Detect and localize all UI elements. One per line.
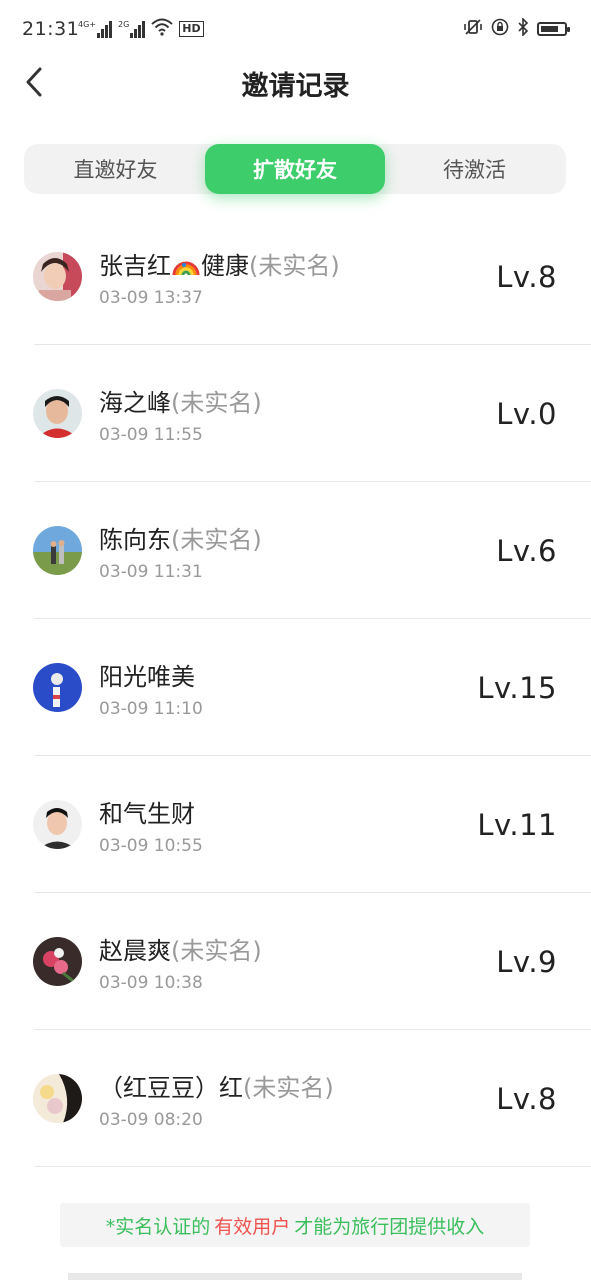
record-time: 03-09 13:37 bbox=[99, 288, 203, 308]
avatar bbox=[33, 800, 82, 849]
notice-highlight: 有效用户 bbox=[214, 1215, 291, 1238]
status-left-icons: 4G+ 2G HD bbox=[78, 18, 204, 40]
list-item[interactable]: 海之峰(未实名) 03-09 11:55 Lv.0 bbox=[0, 345, 591, 482]
vibrate-off-icon bbox=[463, 18, 483, 40]
list-item[interactable]: 阳光唯美 03-09 11:10 Lv.15 bbox=[0, 619, 591, 756]
record-name: （红豆豆）红 bbox=[99, 1074, 243, 1102]
unverified-badge: (未实名) bbox=[171, 389, 262, 417]
nav-bar: 邀请记录 bbox=[0, 52, 591, 114]
record-name-line: 张吉红 健康(未实名) bbox=[99, 246, 340, 281]
record-name: 陈向东 bbox=[99, 526, 171, 554]
verification-notice: *实名认证的 有效用户 才能为旅行团提供收入 bbox=[60, 1203, 530, 1247]
unverified-badge: (未实名) bbox=[249, 252, 340, 280]
record-level: Lv.6 bbox=[496, 534, 557, 568]
invite-record-list: 张吉红 健康(未实名) 03-09 13:37 Lv.8 海之峰(未实名) 03-… bbox=[0, 208, 591, 1167]
lock-rotation-icon bbox=[491, 18, 509, 40]
list-item[interactable]: 和气生财 03-09 10:55 Lv.11 bbox=[0, 756, 591, 893]
unverified-badge: (未实名) bbox=[243, 1074, 334, 1102]
signal-icon-2: 2G bbox=[118, 20, 146, 38]
record-level: Lv.11 bbox=[477, 808, 557, 842]
status-time: 21:31 bbox=[22, 18, 80, 40]
record-name-line: 赵晨爽(未实名) bbox=[99, 931, 262, 966]
page-title: 邀请记录 bbox=[241, 71, 350, 102]
record-level: Lv.0 bbox=[496, 397, 557, 431]
unverified-badge: (未实名) bbox=[171, 937, 262, 965]
avatar bbox=[33, 252, 82, 301]
record-name: 阳光唯美 bbox=[99, 663, 195, 691]
tab-direct-invites[interactable]: 直邀好友 bbox=[24, 144, 207, 194]
battery-icon bbox=[537, 22, 570, 36]
record-name: 张吉红 bbox=[99, 252, 171, 280]
record-name-line: 海之峰(未实名) bbox=[99, 383, 262, 418]
tab-bar: 直邀好友 扩散好友 待激活 bbox=[24, 144, 566, 194]
list-item[interactable]: 陈向东(未实名) 03-09 11:31 Lv.6 bbox=[0, 482, 591, 619]
list-item[interactable]: 赵晨爽(未实名) 03-09 10:38 Lv.9 bbox=[0, 893, 591, 1030]
record-time: 03-09 08:20 bbox=[99, 1110, 203, 1130]
notice-part-3: 才能为旅行团提供收入 bbox=[294, 1215, 485, 1238]
record-level: Lv.9 bbox=[496, 945, 557, 979]
record-time: 03-09 11:55 bbox=[99, 425, 203, 445]
record-time: 03-09 11:31 bbox=[99, 562, 203, 582]
record-name: 和气生财 bbox=[99, 800, 195, 828]
notice-part-1: *实名认证的 bbox=[105, 1215, 211, 1238]
record-time: 03-09 10:55 bbox=[99, 836, 203, 856]
list-item[interactable]: 张吉红 健康(未实名) 03-09 13:37 Lv.8 bbox=[0, 208, 591, 345]
avatar bbox=[33, 937, 82, 986]
record-name: 赵晨爽 bbox=[99, 937, 171, 965]
avatar bbox=[33, 389, 82, 438]
status-right-icons bbox=[463, 17, 570, 40]
signal-icon-1: 4G+ bbox=[78, 20, 112, 38]
rainbow-icon bbox=[171, 252, 201, 280]
record-time: 03-09 11:10 bbox=[99, 699, 203, 719]
record-level: Lv.8 bbox=[496, 1082, 557, 1116]
record-name-suffix: 健康 bbox=[201, 252, 249, 280]
avatar bbox=[33, 663, 82, 712]
tab-pending-activation[interactable]: 待激活 bbox=[383, 144, 566, 194]
unverified-badge: (未实名) bbox=[171, 526, 262, 554]
record-time: 03-09 10:38 bbox=[99, 973, 203, 993]
status-bar: 21:31 4G+ 2G HD bbox=[0, 0, 591, 60]
record-level: Lv.8 bbox=[496, 260, 557, 294]
list-item[interactable]: （红豆豆）红(未实名) 03-09 08:20 Lv.8 bbox=[0, 1030, 591, 1167]
wifi-icon bbox=[151, 18, 173, 40]
avatar bbox=[33, 526, 82, 575]
tab-spread-friends[interactable]: 扩散好友 bbox=[205, 144, 385, 194]
record-level: Lv.15 bbox=[477, 671, 557, 705]
record-name-line: 和气生财 bbox=[99, 794, 195, 829]
record-name-line: 陈向东(未实名) bbox=[99, 520, 262, 555]
record-name-line: （红豆豆）红(未实名) bbox=[99, 1068, 334, 1103]
hd-icon: HD bbox=[179, 21, 204, 37]
bottom-strip bbox=[68, 1273, 522, 1280]
bluetooth-icon bbox=[517, 17, 529, 40]
record-name-line: 阳光唯美 bbox=[99, 657, 195, 692]
avatar bbox=[33, 1074, 82, 1123]
record-name: 海之峰 bbox=[99, 389, 171, 417]
